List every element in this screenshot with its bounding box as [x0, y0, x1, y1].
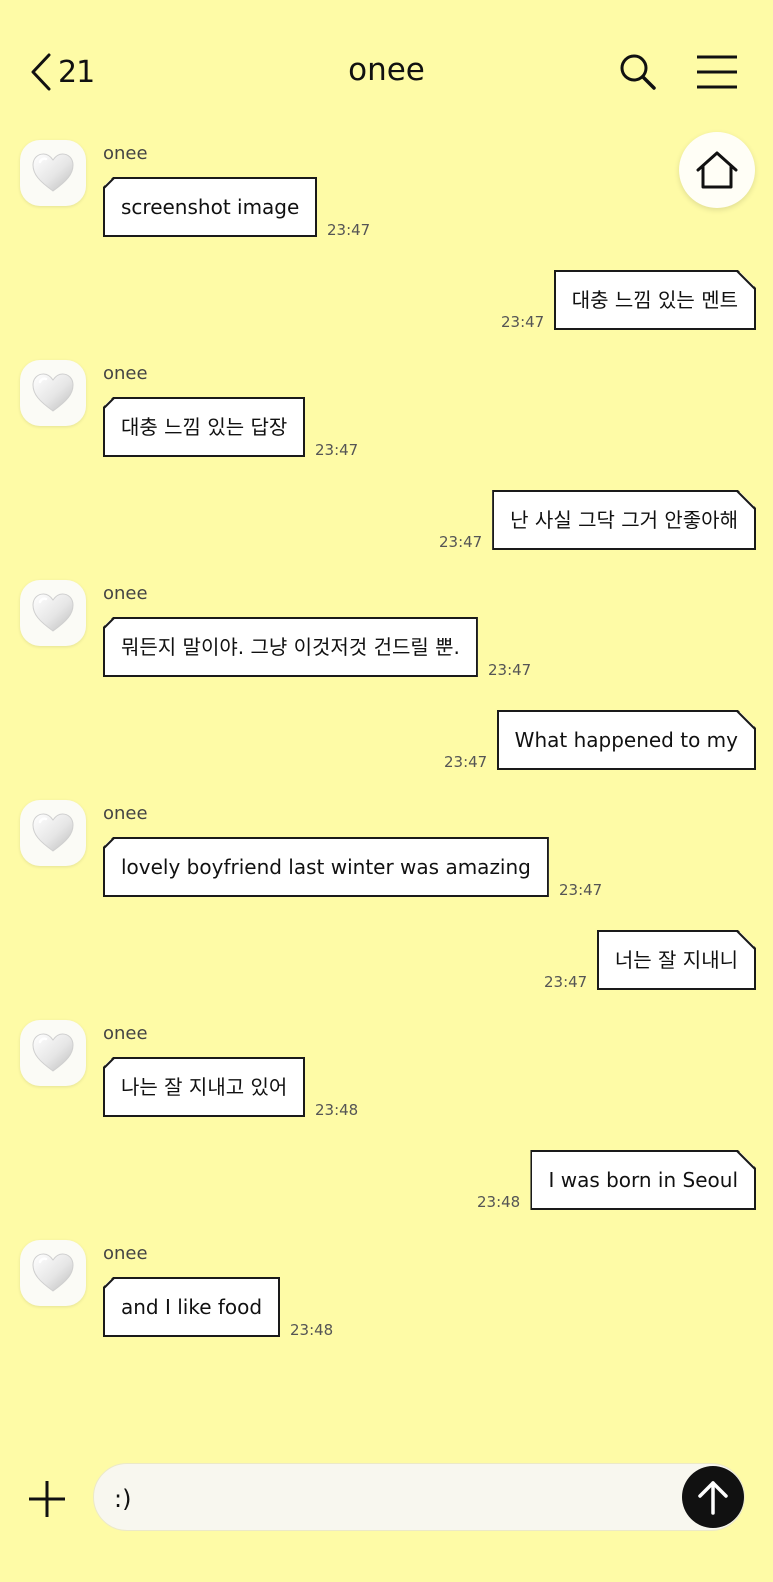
message-bubble-outgoing[interactable]: 난 사실 그닥 그거 안좋아해 — [492, 490, 756, 550]
message-time: 23:47 — [559, 881, 603, 899]
sender-name: onee — [103, 1243, 148, 1264]
message-bubble-outgoing[interactable]: What happened to my — [497, 710, 756, 770]
avatar[interactable] — [20, 580, 86, 646]
heart-icon — [32, 593, 74, 632]
avatar[interactable] — [20, 1240, 86, 1306]
home-icon — [696, 151, 738, 189]
search-icon — [620, 54, 656, 90]
message-bubble-incoming[interactable]: lovely boyfriend last winter was amazing — [103, 837, 549, 897]
menu-button[interactable] — [696, 54, 738, 90]
message-time: 23:48 — [290, 1321, 334, 1339]
heart-icon — [32, 153, 74, 192]
message-input[interactable] — [112, 1476, 656, 1522]
message-bubble-incoming[interactable]: 나는 잘 지내고 있어 — [103, 1057, 306, 1117]
chat-header: 21 onee — [0, 0, 773, 145]
message-bubble-outgoing[interactable]: 너는 잘 지내니 — [597, 930, 756, 990]
sender-name: onee — [103, 803, 148, 824]
message-bubble-incoming[interactable]: and I like food — [103, 1277, 281, 1337]
message-time: 23:47 — [327, 221, 371, 239]
message-time: 23:47 — [488, 661, 532, 679]
message-bubble-incoming[interactable]: 대충 느낌 있는 답장 — [103, 397, 306, 457]
home-button[interactable] — [679, 132, 755, 208]
heart-icon — [32, 813, 74, 852]
message-time: 23:47 — [501, 313, 545, 331]
message-bubble-outgoing[interactable]: I was born in Seoul — [530, 1150, 756, 1210]
plus-icon — [29, 1481, 65, 1517]
message-input-wrapper — [93, 1463, 745, 1531]
avatar[interactable] — [20, 1020, 86, 1086]
send-button[interactable] — [682, 1466, 744, 1528]
message-time: 23:47 — [315, 441, 359, 459]
heart-icon — [32, 1253, 74, 1292]
message-time: 23:47 — [544, 973, 588, 991]
sender-name: onee — [103, 143, 148, 164]
search-button[interactable] — [618, 52, 658, 92]
avatar[interactable] — [20, 800, 86, 866]
message-time: 23:48 — [315, 1101, 359, 1119]
sender-name: onee — [103, 583, 148, 604]
sender-name: onee — [103, 363, 148, 384]
message-time: 23:48 — [477, 1193, 521, 1211]
heart-icon — [32, 1033, 74, 1072]
message-bubble-outgoing[interactable]: 대충 느낌 있는 멘트 — [554, 270, 756, 330]
avatar[interactable] — [20, 360, 86, 426]
message-bubble-incoming[interactable]: 뭐든지 말이야. 그냥 이것저것 건드릴 뿐. — [103, 617, 478, 677]
message-time: 23:47 — [444, 753, 488, 771]
message-bubble-incoming[interactable]: screenshot image — [103, 177, 318, 237]
hamburger-menu-icon — [697, 55, 737, 89]
avatar[interactable] — [20, 140, 86, 206]
add-attachment-button[interactable] — [27, 1479, 67, 1519]
sender-name: onee — [103, 1023, 148, 1044]
message-time: 23:47 — [439, 533, 483, 551]
arrow-up-icon — [698, 1481, 728, 1515]
heart-icon — [32, 373, 74, 412]
